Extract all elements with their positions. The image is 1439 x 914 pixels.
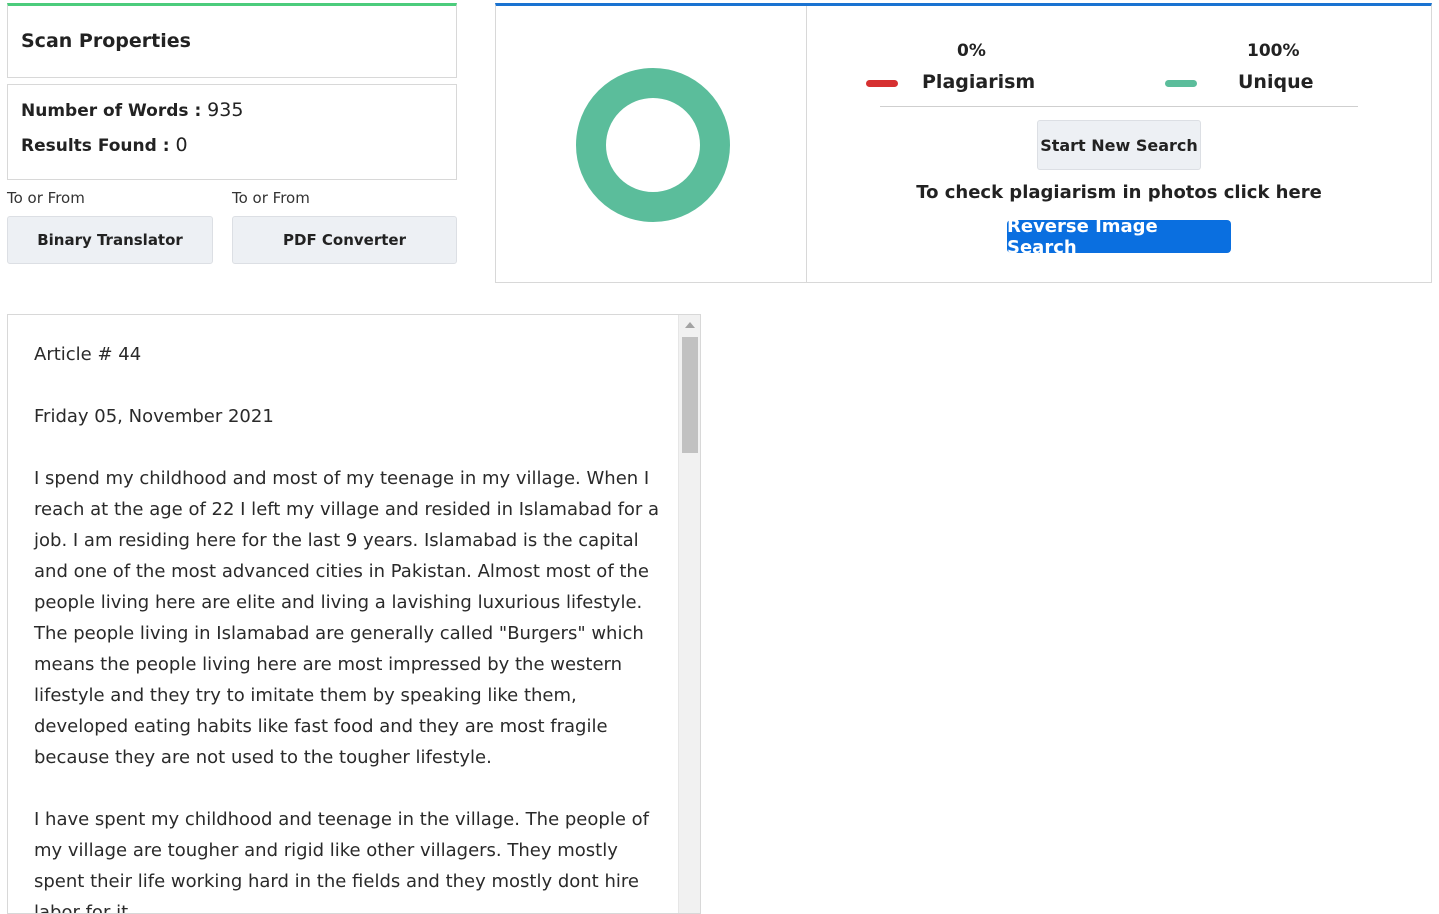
article-content: Article # 44 Friday 05, November 2021 I … xyxy=(34,339,664,914)
article-paragraph: I have spent my childhood and teenage in… xyxy=(34,809,649,914)
article-paragraph: Friday 05, November 2021 xyxy=(34,406,274,427)
scan-stats-card: Number of Words : 935 Results Found : 0 xyxy=(7,84,457,180)
results-found-value: 0 xyxy=(175,134,188,156)
plagiarism-percent: 0% xyxy=(957,41,986,61)
pdf-converter-caption: To or From xyxy=(232,189,310,207)
word-count-value: 935 xyxy=(207,99,244,121)
results-found: Results Found : 0 xyxy=(21,134,188,156)
plagiarism-legend-swatch xyxy=(866,80,898,87)
binary-translator-caption: To or From xyxy=(7,189,85,207)
pdf-converter-button[interactable]: PDF Converter xyxy=(232,216,457,264)
results-panel: 0% Plagiarism 100% Unique Start New Sear… xyxy=(495,3,1432,283)
photo-check-text: To check plagiarism in photos click here xyxy=(916,182,1322,203)
article-scrollbar[interactable] xyxy=(678,315,700,913)
article-paragraph: I spend my childhood and most of my teen… xyxy=(34,468,660,768)
binary-translator-button[interactable]: Binary Translator xyxy=(7,216,213,264)
plagiarism-label: Plagiarism xyxy=(922,71,1036,93)
results-separator xyxy=(880,106,1358,107)
unique-label: Unique xyxy=(1238,71,1314,93)
scrollbar-thumb[interactable] xyxy=(682,337,698,453)
scan-properties-title: Scan Properties xyxy=(21,30,191,52)
article-textarea[interactable]: Article # 44 Friday 05, November 2021 I … xyxy=(7,314,701,914)
unique-percent: 100% xyxy=(1247,41,1300,61)
plagiarism-donut-chart xyxy=(576,68,730,222)
start-new-search-button[interactable]: Start New Search xyxy=(1037,120,1201,170)
article-paragraph: Article # 44 xyxy=(34,344,142,365)
word-count-label: Number of Words : xyxy=(21,101,208,121)
scroll-up-arrow-icon[interactable] xyxy=(685,322,695,328)
results-found-label: Results Found : xyxy=(21,136,176,156)
reverse-image-search-button[interactable]: Reverse Image Search xyxy=(1007,216,1231,258)
donut-unique-slice xyxy=(576,68,730,222)
unique-legend-swatch xyxy=(1165,80,1197,87)
word-count: Number of Words : 935 xyxy=(21,99,243,121)
scan-properties-header: Scan Properties xyxy=(7,3,457,78)
results-divider xyxy=(806,6,807,282)
